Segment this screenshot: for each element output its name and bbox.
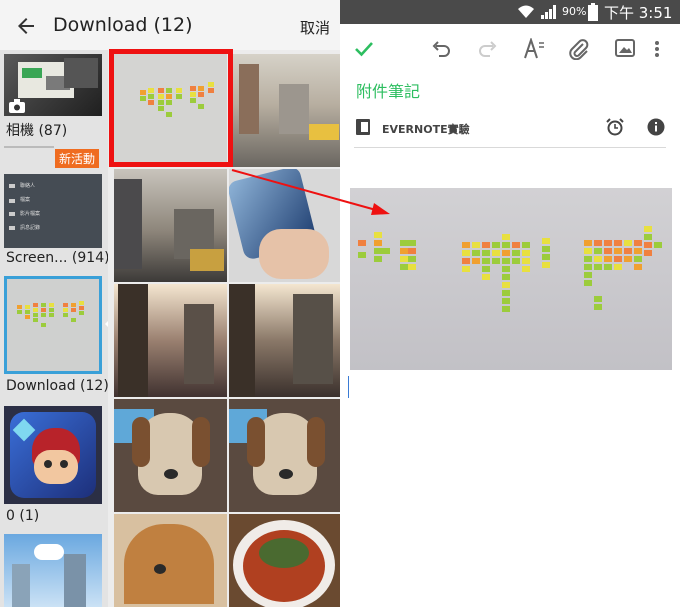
attached-image[interactable] [350, 188, 672, 370]
picker-header: Download (12) 取消 [0, 0, 340, 50]
camera-icon [9, 99, 25, 113]
photo-street-sunset-2[interactable] [229, 284, 340, 397]
photo-dog-closeup[interactable] [114, 514, 227, 607]
album-camera-thumb[interactable] [4, 54, 102, 116]
status-time: 下午 3:51 [604, 4, 673, 22]
image-icon[interactable] [615, 38, 635, 58]
photo-noodle-soup[interactable] [229, 514, 340, 607]
undo-icon[interactable] [431, 40, 451, 58]
editor-toolbar [340, 24, 680, 76]
picker-title: Download (12) [53, 14, 193, 36]
gallery-picker: Download (12) 取消 相機 (87) 新活動 聯絡人 檔案 影片檔案… [0, 0, 340, 607]
album-label-camera: 相機 (87) [6, 123, 68, 139]
album-sky-thumb[interactable] [4, 534, 102, 607]
screenshot-menu-item-files: 檔案 [20, 197, 31, 203]
signal-icon [541, 5, 556, 19]
notebook-name: EVERNOTE實驗 [382, 123, 470, 136]
album-label-download: Download (12) [6, 378, 109, 394]
redo-icon[interactable] [478, 40, 498, 58]
wifi-icon [518, 5, 534, 18]
photo-street-2[interactable] [114, 169, 227, 282]
reminder-alarm-icon[interactable] [606, 118, 624, 136]
highlight-frame [109, 49, 233, 167]
album-screenshots-thumb[interactable]: 聯絡人 檔案 影片檔案 訊息記錄 [4, 174, 102, 248]
cancel-button[interactable]: 取消 [300, 17, 330, 38]
photo-beagle-1[interactable] [114, 399, 227, 512]
album-0-thumb[interactable] [4, 406, 102, 504]
notebook-icon [356, 119, 370, 135]
photo-street-sunset-1[interactable] [114, 284, 227, 397]
album-progress-line [4, 146, 54, 148]
sticky-notes-image [17, 301, 84, 327]
back-arrow-icon[interactable] [14, 14, 38, 38]
screenshot-menu-item-videos: 影片檔案 [20, 211, 41, 217]
paperclip-icon[interactable] [568, 38, 590, 60]
photo-phone[interactable] [229, 169, 340, 282]
note-editor: 90% 下午 3:51 附件筆記 EVERNOTE實驗 [340, 0, 680, 607]
status-bar: 90% 下午 3:51 [340, 0, 680, 24]
album-label-0: 0 (1) [6, 508, 40, 524]
photo-beagle-2[interactable] [229, 399, 340, 512]
info-icon[interactable] [647, 118, 665, 136]
screenshot-menu-item-contacts: 聯絡人 [20, 183, 36, 189]
sticky-notes-image [350, 188, 672, 370]
screenshot-menu-item-messages: 訊息記錄 [20, 225, 41, 231]
album-list: 相機 (87) 新活動 聯絡人 檔案 影片檔案 訊息記錄 Screen... (… [0, 50, 110, 607]
text-cursor [348, 376, 349, 398]
photo-street-1[interactable] [229, 54, 340, 167]
more-vertical-icon[interactable] [654, 40, 660, 58]
battery-icon [588, 3, 598, 21]
text-format-icon[interactable] [523, 38, 545, 60]
album-download-thumb[interactable] [4, 276, 102, 374]
new-event-badge[interactable]: 新活動 [55, 149, 100, 168]
album-label-screenshots: Screen... (914) [6, 250, 110, 266]
checkmark-icon[interactable] [354, 40, 374, 58]
note-title[interactable]: 附件筆記 [356, 78, 420, 102]
battery-percent: 90% [562, 5, 587, 18]
notebook-row[interactable]: EVERNOTE實驗 [354, 113, 666, 148]
